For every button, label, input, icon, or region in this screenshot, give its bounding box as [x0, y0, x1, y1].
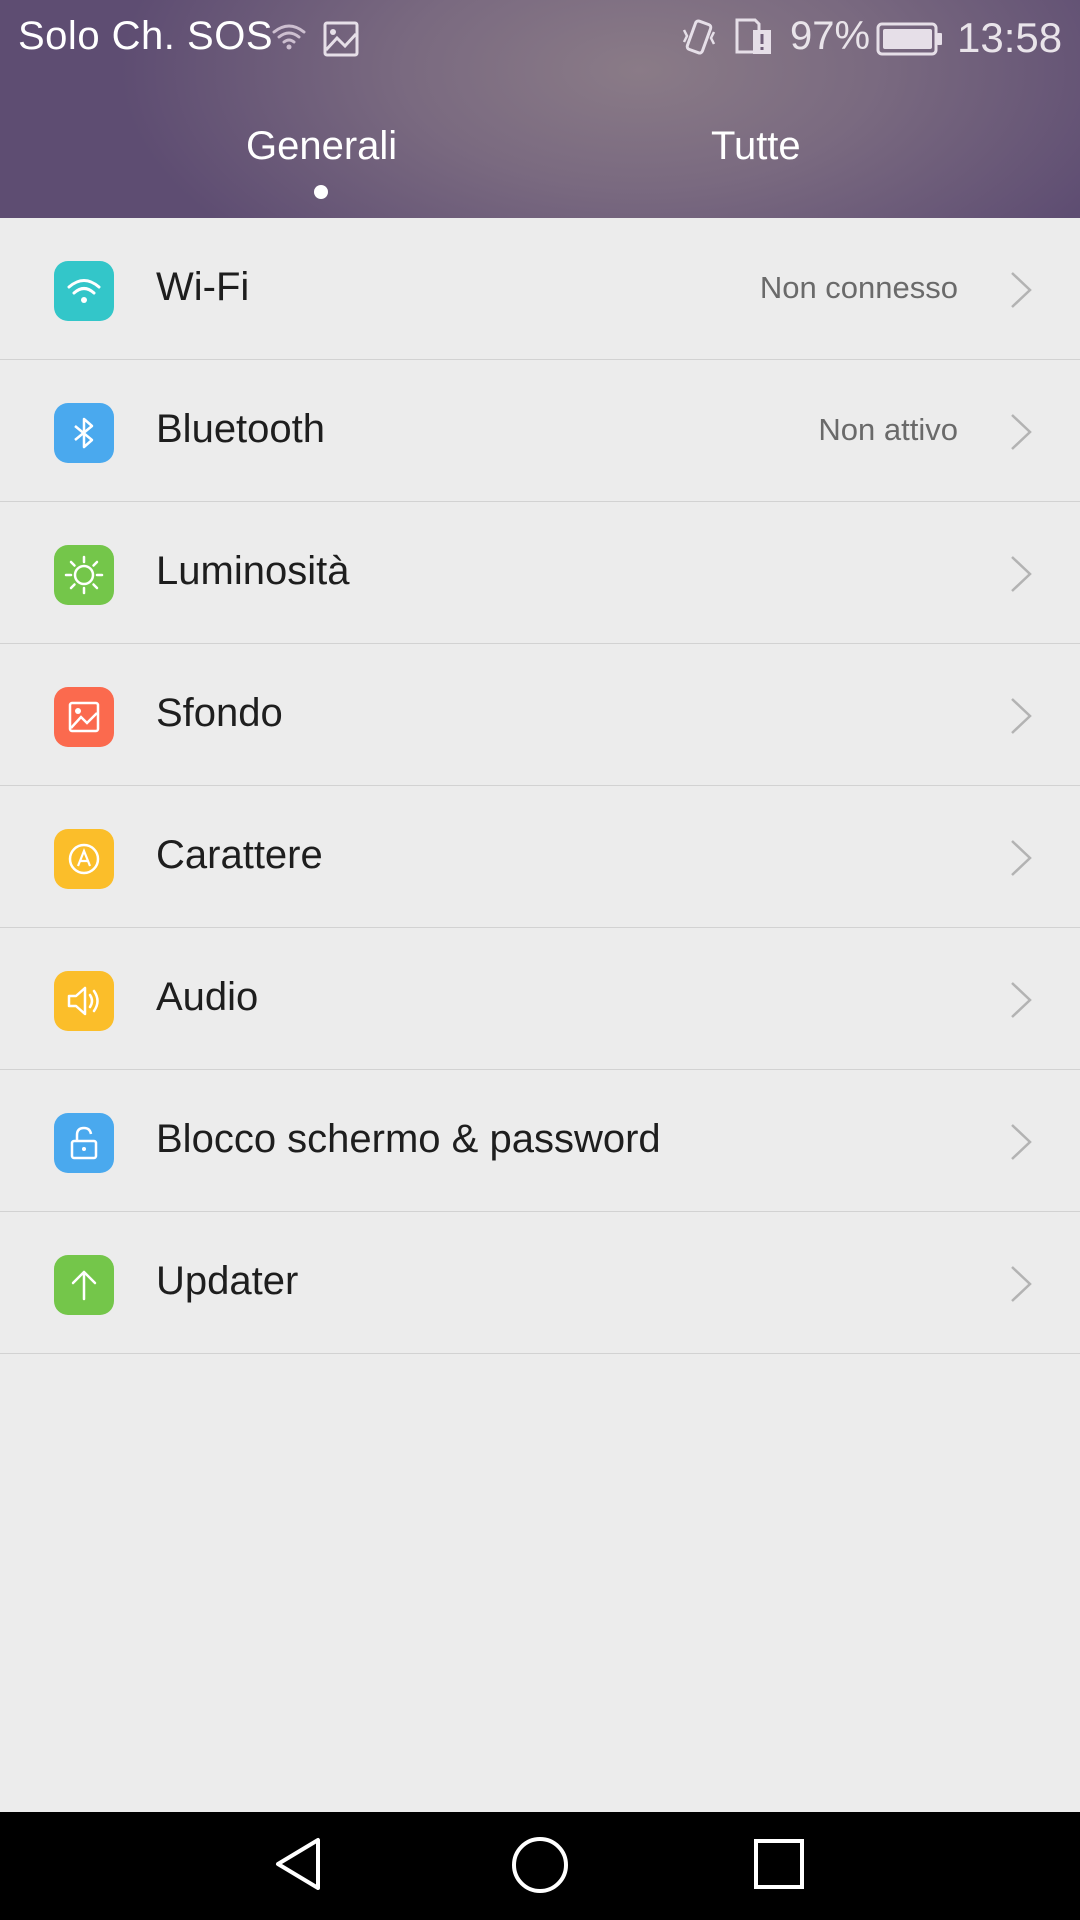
setting-row-bluetooth[interactable]: Bluetooth Non attivo — [0, 360, 1080, 502]
chevron-right-icon — [1008, 270, 1034, 315]
setting-row-brightness[interactable]: Luminosità — [0, 502, 1080, 644]
speaker-icon — [54, 971, 114, 1031]
tab-tutte[interactable]: Tutte — [711, 124, 801, 169]
setting-value: Non connesso — [759, 270, 958, 305]
setting-row-wallpaper[interactable]: Sfondo — [0, 644, 1080, 786]
setting-row-wifi[interactable]: Wi-Fi Non connesso — [0, 218, 1080, 360]
chevron-right-icon — [1008, 696, 1034, 741]
setting-label: Wi-Fi — [156, 265, 250, 309]
update-arrow-icon — [54, 1255, 114, 1315]
image-icon — [322, 20, 360, 63]
setting-label: Luminosità — [156, 549, 350, 593]
recents-icon[interactable] — [752, 1837, 806, 1896]
chevron-right-icon — [1008, 980, 1034, 1025]
chevron-right-icon — [1008, 838, 1034, 883]
sim-alert-icon — [733, 16, 775, 63]
setting-label: Audio — [156, 975, 259, 1019]
chevron-right-icon — [1008, 412, 1034, 457]
selected-tab-indicator — [314, 185, 328, 199]
navigation-bar — [0, 1812, 1080, 1920]
setting-label: Sfondo — [156, 691, 283, 735]
home-icon[interactable] — [509, 1834, 571, 1901]
battery-icon — [876, 22, 944, 61]
header: Solo Ch. SOS 97% 13:58 Generali Tutte — [0, 0, 1080, 218]
back-icon[interactable] — [270, 1834, 330, 1899]
battery-percent: 97% — [790, 14, 871, 58]
clock: 13:58 — [957, 14, 1063, 61]
chevron-right-icon — [1008, 554, 1034, 599]
setting-row-lock-screen[interactable]: Blocco schermo & password — [0, 1070, 1080, 1212]
tab-bar: Generali Tutte — [0, 100, 1080, 218]
chevron-right-icon — [1008, 1264, 1034, 1309]
wallpaper-icon — [54, 687, 114, 747]
wifi-icon — [54, 261, 114, 321]
status-bar: Solo Ch. SOS 97% 13:58 — [0, 0, 1080, 78]
tab-generali[interactable]: Generali — [246, 124, 397, 169]
setting-value: Non attivo — [818, 412, 958, 447]
wifi-icon — [270, 18, 308, 61]
setting-label: Blocco schermo & password — [156, 1117, 661, 1161]
setting-row-updater[interactable]: Updater — [0, 1212, 1080, 1354]
font-icon — [54, 829, 114, 889]
setting-row-audio[interactable]: Audio — [0, 928, 1080, 1070]
chevron-right-icon — [1008, 1122, 1034, 1167]
setting-label: Bluetooth — [156, 407, 326, 451]
setting-row-font[interactable]: Carattere — [0, 786, 1080, 928]
lock-icon — [54, 1113, 114, 1173]
carrier-label: Solo Ch. SOS — [18, 14, 274, 58]
vibrate-icon — [678, 16, 720, 63]
setting-label: Updater — [156, 1259, 299, 1303]
bluetooth-icon — [54, 403, 114, 463]
brightness-icon — [54, 545, 114, 605]
setting-label: Carattere — [156, 833, 323, 877]
settings-list: Wi-Fi Non connesso Bluetooth Non attivo — [0, 218, 1080, 1354]
